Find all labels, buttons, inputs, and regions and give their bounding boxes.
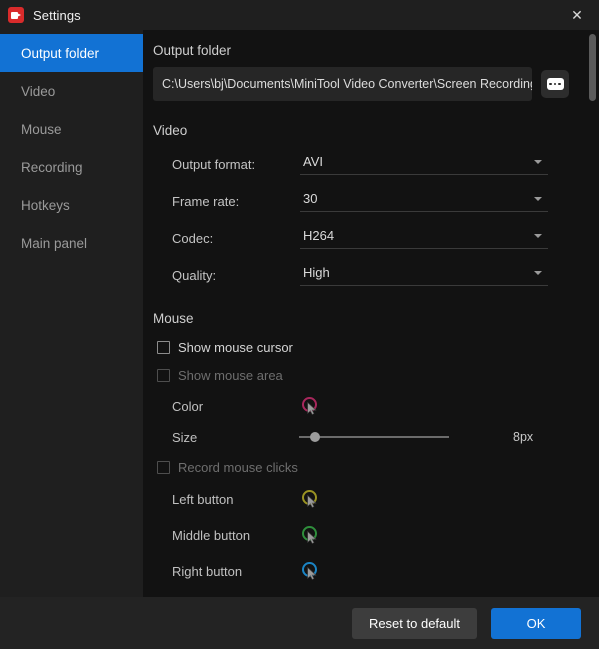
slider-track — [299, 436, 449, 438]
middle-button-label: Middle button — [172, 527, 251, 543]
sidebar-item-hotkeys[interactable]: Hotkeys — [0, 186, 143, 224]
codec-value: H264 — [303, 228, 335, 243]
section-heading-mouse: Mouse — [153, 311, 194, 326]
field-row-output-format: Output format: AVI — [153, 151, 599, 175]
right-button-label: Right button — [172, 563, 243, 579]
sidebar-item-video[interactable]: Video — [0, 72, 143, 110]
quality-label: Quality: — [172, 268, 217, 283]
codec-label: Codec: — [172, 231, 214, 246]
chevron-down-icon — [534, 270, 542, 275]
sidebar-item-label: Hotkeys — [21, 197, 70, 213]
left-button-color-swatch[interactable] — [299, 488, 321, 510]
video-camera-icon — [8, 7, 24, 23]
show-mouse-cursor-row[interactable]: Show mouse cursor — [153, 340, 599, 355]
record-mouse-clicks-label: Record mouse clicks — [178, 460, 298, 475]
quality-select[interactable]: High — [300, 262, 548, 286]
sidebar-item-label: Recording — [21, 159, 83, 175]
frame-rate-select[interactable]: 30 — [300, 188, 548, 212]
settings-sidebar: Output folder Video Mouse Recording Hotk… — [0, 30, 143, 597]
close-icon[interactable]: ✕ — [555, 0, 599, 30]
right-button-color-swatch[interactable] — [299, 560, 321, 582]
show-mouse-area-row: Show mouse area — [153, 368, 599, 383]
output-format-label: Output format: — [172, 157, 256, 172]
right-button-row: Right button — [153, 560, 599, 582]
cursor-arrow-icon — [307, 567, 317, 580]
field-row-quality: Quality: High — [153, 262, 599, 286]
output-folder-row: C:\Users\bj\Documents\MiniTool Video Con… — [153, 67, 599, 101]
dialog-body: Output folder Video Mouse Recording Hotk… — [0, 30, 599, 597]
title-bar: Settings ✕ — [0, 0, 599, 30]
content-scrollbar[interactable] — [589, 34, 596, 593]
sidebar-item-label: Video — [21, 83, 56, 99]
sidebar-item-label: Main panel — [21, 235, 88, 251]
sidebar-item-label: Mouse — [21, 121, 62, 137]
mouse-size-row: Size 8px — [153, 429, 599, 445]
output-format-select[interactable]: AVI — [300, 151, 548, 175]
settings-content: Output folder C:\Users\bj\Documents\Mini… — [143, 30, 599, 597]
show-mouse-cursor-label: Show mouse cursor — [178, 340, 293, 355]
mouse-color-row: Color — [153, 395, 599, 417]
mouse-size-label: Size — [172, 429, 198, 445]
field-row-codec: Codec: H264 — [153, 225, 599, 249]
window-title: Settings — [33, 7, 81, 23]
settings-window: Settings ✕ Output folder Video Mouse Rec… — [0, 0, 599, 649]
ellipsis-icon — [546, 78, 564, 90]
output-folder-input[interactable]: C:\Users\bj\Documents\MiniTool Video Con… — [153, 67, 532, 101]
slider-thumb[interactable] — [310, 432, 320, 442]
chevron-down-icon — [534, 159, 542, 164]
frame-rate-label: Frame rate: — [172, 194, 240, 209]
checkbox-icon[interactable] — [157, 341, 170, 354]
scrollbar-thumb[interactable] — [589, 34, 596, 101]
mouse-size-value: 8px — [513, 430, 534, 444]
show-mouse-area-label: Show mouse area — [178, 368, 283, 383]
left-button-row: Left button — [153, 488, 599, 510]
section-heading-video: Video — [153, 123, 188, 138]
output-format-value: AVI — [303, 154, 323, 169]
chevron-down-icon — [534, 196, 542, 201]
section-heading-output-folder: Output folder — [153, 43, 232, 58]
sidebar-item-output-folder[interactable]: Output folder — [0, 34, 143, 72]
sidebar-item-recording[interactable]: Recording — [0, 148, 143, 186]
ok-button[interactable]: OK — [491, 607, 581, 639]
reset-to-default-button[interactable]: Reset to default — [351, 607, 477, 639]
middle-button-color-swatch[interactable] — [299, 524, 321, 546]
checkbox-icon — [157, 369, 170, 382]
middle-button-row: Middle button — [153, 524, 599, 546]
dialog-footer: Reset to default OK — [0, 597, 599, 649]
sidebar-item-main-panel[interactable]: Main panel — [0, 224, 143, 262]
field-row-frame-rate: Frame rate: 30 — [153, 188, 599, 212]
left-button-label: Left button — [172, 491, 234, 507]
cursor-arrow-icon — [307, 495, 317, 508]
mouse-color-swatch[interactable] — [299, 395, 321, 417]
quality-value: High — [303, 265, 330, 280]
record-mouse-clicks-row: Record mouse clicks — [153, 460, 599, 475]
mouse-size-slider[interactable] — [299, 429, 449, 445]
browse-folder-button[interactable] — [541, 70, 569, 98]
chevron-down-icon — [534, 233, 542, 238]
cursor-arrow-icon — [307, 402, 317, 415]
cursor-arrow-icon — [307, 531, 317, 544]
frame-rate-value: 30 — [303, 191, 318, 206]
codec-select[interactable]: H264 — [300, 225, 548, 249]
sidebar-item-label: Output folder — [21, 45, 100, 61]
checkbox-icon — [157, 461, 170, 474]
sidebar-item-mouse[interactable]: Mouse — [0, 110, 143, 148]
mouse-color-label: Color — [172, 398, 204, 414]
